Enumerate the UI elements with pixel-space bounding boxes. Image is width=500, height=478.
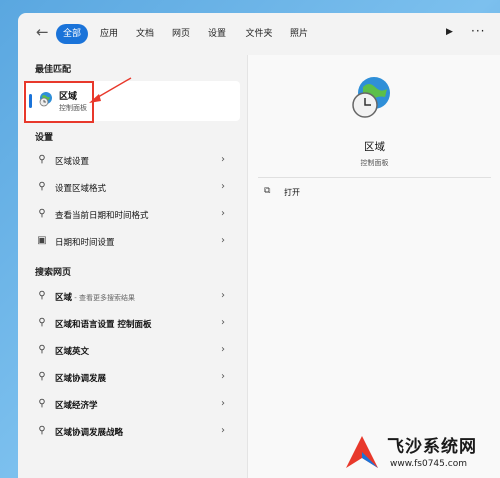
web-result-label: 区域和语言设置 控制面板 bbox=[55, 320, 152, 330]
chevron-right-icon: › bbox=[221, 317, 225, 328]
settings-item-datetime[interactable]: ▣ 日期和时间设置 › bbox=[23, 230, 240, 254]
divider bbox=[258, 177, 491, 178]
settings-header: 设置 bbox=[35, 133, 54, 143]
search-icon: ⚲ bbox=[38, 425, 46, 436]
web-result-item[interactable]: ⚲ 区域经济学 › bbox=[23, 393, 240, 417]
web-search-header: 搜索网页 bbox=[35, 268, 72, 278]
region-settings-icon: ⚲ bbox=[38, 181, 46, 192]
tab-apps[interactable]: 应用 bbox=[94, 24, 124, 44]
web-result-label: 区域协调发展战略 bbox=[55, 428, 124, 438]
filter-bar: ← 全部 应用 文档 网页 设置 文件夹 照片 ▶ ··· bbox=[18, 13, 500, 55]
region-settings-icon: ⚲ bbox=[38, 154, 46, 165]
region-settings-icon: ⚲ bbox=[38, 208, 46, 219]
settings-item-label: 设置区域格式 bbox=[55, 184, 107, 194]
tab-documents[interactable]: 文档 bbox=[130, 24, 160, 44]
detail-subtitle: 控制面板 bbox=[360, 159, 389, 167]
web-result-item[interactable]: ⚲ 区域和语言设置 控制面板 › bbox=[23, 312, 240, 336]
back-arrow-icon[interactable]: ← bbox=[36, 24, 50, 40]
web-result-item[interactable]: ⚲ 区域 - 查看更多搜索结果 › bbox=[23, 285, 240, 309]
calendar-clock-icon: ▣ bbox=[37, 235, 47, 246]
detail-pane: 区域 控制面板 ⧉ 打开 bbox=[247, 55, 500, 478]
globe-clock-icon bbox=[39, 92, 52, 107]
open-external-icon: ⧉ bbox=[264, 186, 271, 196]
chevron-right-icon: › bbox=[221, 208, 225, 219]
globe-clock-icon bbox=[352, 77, 390, 118]
web-result-label: 区域经济学 bbox=[55, 401, 98, 411]
red-arrow-annotation bbox=[89, 77, 132, 103]
more-options-icon[interactable]: ··· bbox=[471, 24, 485, 38]
tab-folders[interactable]: 文件夹 bbox=[239, 24, 279, 44]
search-icon: ⚲ bbox=[38, 398, 46, 409]
detail-title: 区域 bbox=[364, 141, 385, 153]
settings-item-label: 查看当前日期和时间格式 bbox=[55, 211, 149, 221]
web-result-label: 区域协调发展 bbox=[55, 374, 107, 384]
settings-item-label: 日期和时间设置 bbox=[55, 238, 115, 248]
tab-settings[interactable]: 设置 bbox=[202, 24, 232, 44]
tab-photos[interactable]: 照片 bbox=[284, 24, 314, 44]
chevron-right-icon: › bbox=[221, 290, 225, 301]
settings-item-date-format[interactable]: ⚲ 查看当前日期和时间格式 › bbox=[23, 203, 240, 227]
play-icon[interactable]: ▶ bbox=[446, 27, 453, 37]
chevron-right-icon: › bbox=[221, 425, 225, 436]
search-icon: ⚲ bbox=[38, 344, 46, 355]
selection-indicator bbox=[29, 94, 32, 108]
open-label: 打开 bbox=[284, 188, 300, 197]
best-match-header: 最佳匹配 bbox=[35, 65, 72, 75]
best-match-title: 区域 bbox=[59, 92, 78, 102]
search-icon: ⚲ bbox=[38, 371, 46, 382]
web-result-item[interactable]: ⚲ 区域协调发展战略 › bbox=[23, 420, 240, 444]
web-result-label: 区域 - 查看更多搜索结果 bbox=[55, 293, 135, 303]
watermark: 飞沙系统网 www.fs0745.com bbox=[340, 430, 500, 478]
settings-item-region-format[interactable]: ⚲ 设置区域格式 › bbox=[23, 176, 240, 200]
watermark-logo bbox=[346, 436, 378, 468]
chevron-right-icon: › bbox=[221, 371, 225, 382]
search-panel: ← 全部 应用 文档 网页 设置 文件夹 照片 ▶ ··· 最佳匹配 区域 控制… bbox=[18, 13, 500, 478]
tab-all[interactable]: 全部 bbox=[56, 24, 88, 44]
settings-item-label: 区域设置 bbox=[55, 157, 90, 167]
chevron-right-icon: › bbox=[221, 344, 225, 355]
chevron-right-icon: › bbox=[221, 235, 225, 246]
tab-web[interactable]: 网页 bbox=[166, 24, 196, 44]
chevron-right-icon: › bbox=[221, 154, 225, 165]
search-icon: ⚲ bbox=[38, 317, 46, 328]
web-result-label: 区域英文 bbox=[55, 347, 90, 357]
web-result-item[interactable]: ⚲ 区域英文 › bbox=[23, 339, 240, 363]
web-result-item[interactable]: ⚲ 区域协调发展 › bbox=[23, 366, 240, 390]
watermark-url: www.fs0745.com bbox=[390, 459, 467, 469]
chevron-right-icon: › bbox=[221, 181, 225, 192]
settings-item-region-settings[interactable]: ⚲ 区域设置 › bbox=[23, 149, 240, 173]
watermark-name: 飞沙系统网 bbox=[387, 437, 477, 457]
chevron-right-icon: › bbox=[221, 398, 225, 409]
search-icon: ⚲ bbox=[38, 290, 46, 301]
